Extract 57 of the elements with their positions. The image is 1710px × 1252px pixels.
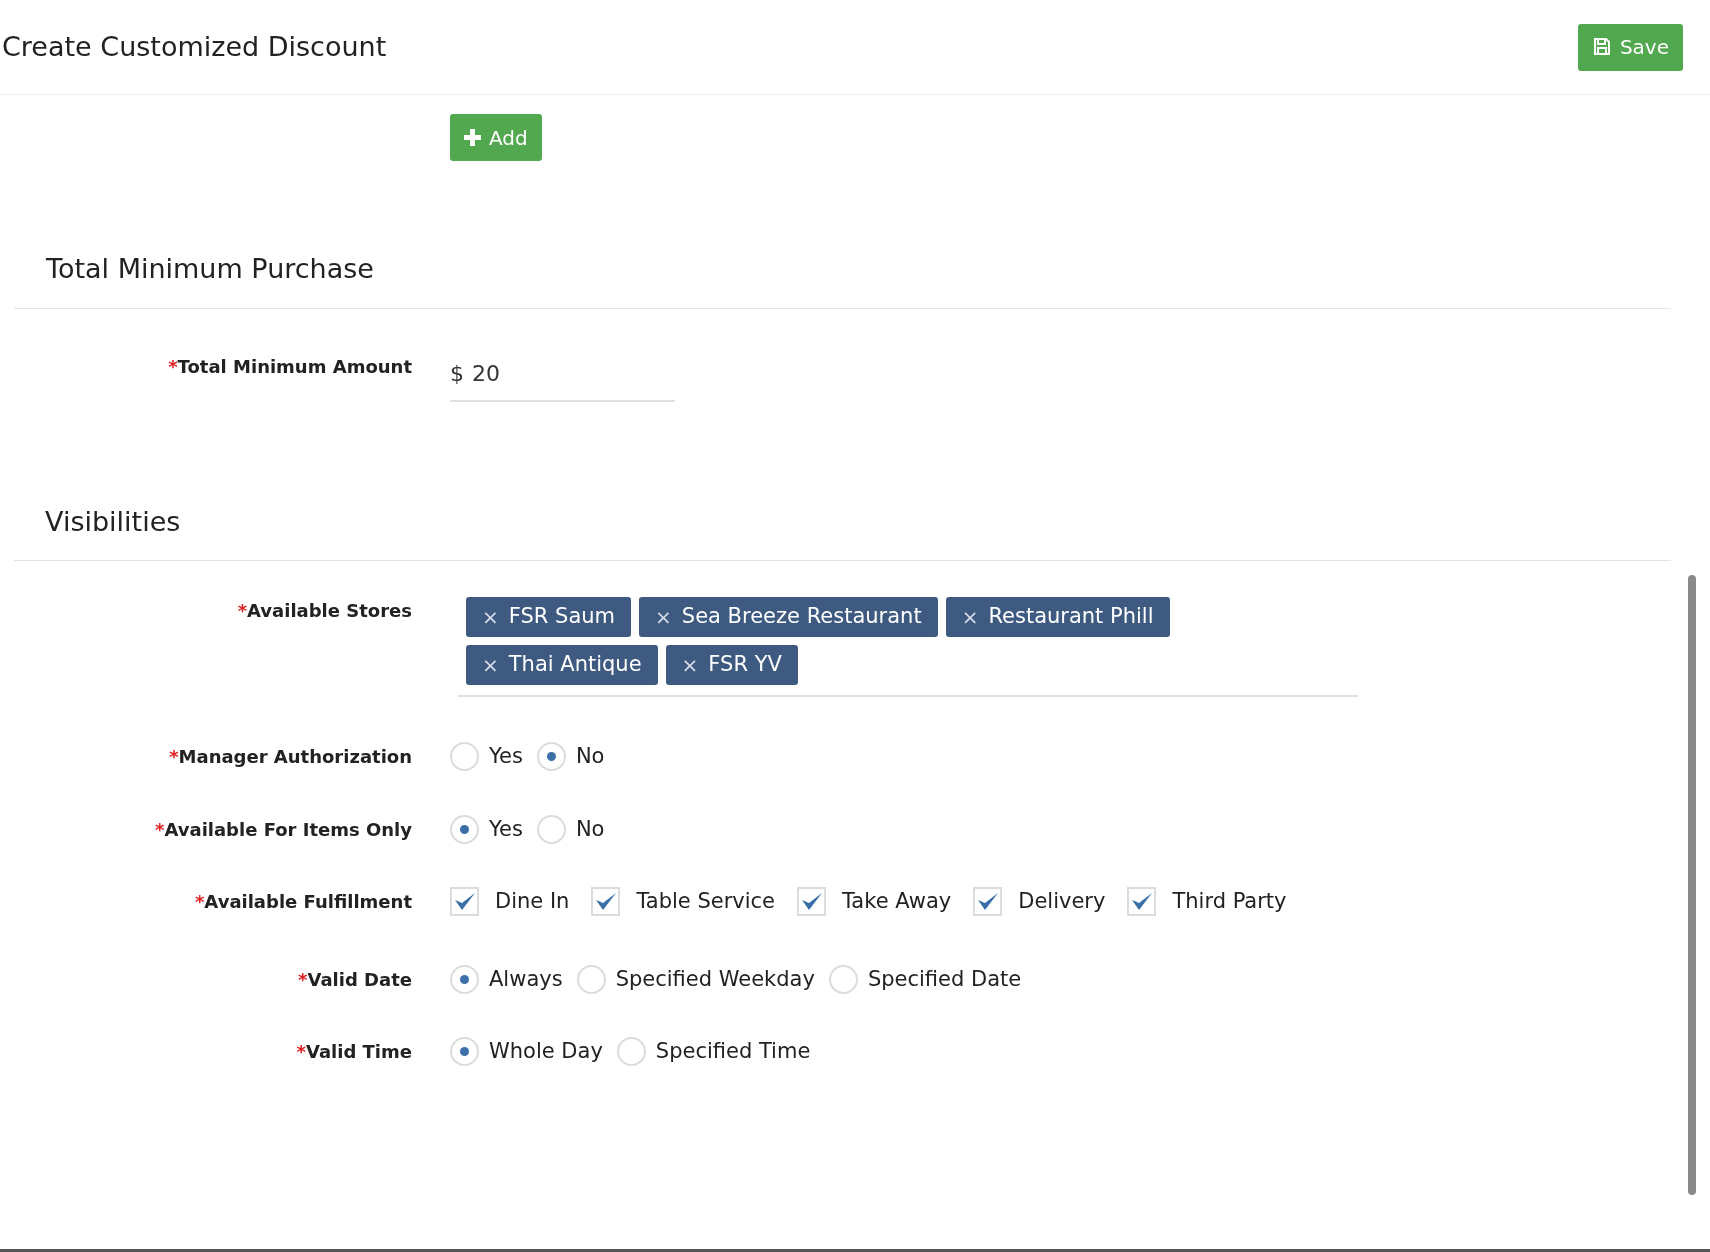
radio-button[interactable]	[536, 742, 566, 772]
radio-button[interactable]	[450, 742, 479, 772]
amount-field[interactable]: $ 20	[450, 352, 675, 402]
check-icon	[1130, 891, 1153, 912]
page-title: Create Customized Discount	[2, 29, 387, 64]
check-icon	[976, 891, 999, 912]
field-label: *Manager Authorization	[169, 745, 412, 770]
option-label[interactable]: Yes	[489, 813, 523, 845]
option-label[interactable]: Take Away	[842, 886, 952, 918]
remove-tag-icon[interactable]: ×	[655, 602, 672, 632]
radio-button[interactable]	[616, 1037, 646, 1067]
field-label: *Available Fulfillment	[194, 890, 412, 915]
tag-label: Sea Breeze Restaurant	[681, 603, 922, 631]
option-label[interactable]: Delivery	[1018, 886, 1106, 918]
field-label: *Valid Date	[298, 967, 412, 992]
option-label[interactable]: Always	[489, 963, 563, 995]
field-label: *Total Minimum Amount	[168, 354, 412, 379]
checkbox[interactable]	[797, 887, 826, 917]
save-icon	[1591, 37, 1612, 57]
section-title: Total Minimum Purchase	[46, 253, 374, 284]
radio-button[interactable]	[450, 964, 479, 994]
checkbox[interactable]	[591, 887, 621, 917]
remove-tag-icon[interactable]: ×	[482, 650, 499, 680]
checkbox[interactable]	[1127, 887, 1157, 917]
checkbox[interactable]	[973, 887, 1003, 917]
check-icon	[594, 891, 617, 912]
option-label[interactable]: Third Party	[1172, 886, 1287, 918]
field-label: *Available Stores	[237, 599, 412, 623]
option-label[interactable]: Yes	[489, 741, 523, 773]
radio-button[interactable]	[536, 814, 566, 844]
tag-label: Thai Antique	[508, 651, 642, 679]
check-icon	[800, 891, 823, 912]
remove-tag-icon[interactable]: ×	[482, 602, 499, 632]
plus-icon	[464, 129, 481, 146]
tag-label: FSR YV	[708, 651, 782, 679]
radio-button[interactable]	[828, 964, 858, 994]
checkbox[interactable]	[450, 887, 479, 917]
check-icon	[453, 891, 476, 912]
field-label: *Available For Items Only	[155, 817, 412, 842]
option-label[interactable]: Specified Date	[867, 963, 1022, 995]
remove-tag-icon[interactable]: ×	[961, 602, 979, 632]
option-label[interactable]: No	[575, 813, 605, 845]
tag-label: Restaurant Phill	[988, 603, 1154, 631]
section-title: Visibilities	[45, 505, 181, 537]
field-label: *Valid Time	[296, 1040, 412, 1065]
scrollbar-thumb[interactable]	[1688, 575, 1696, 1195]
option-label[interactable]: Whole Day	[489, 1036, 603, 1068]
option-label[interactable]: Specified Weekday	[615, 963, 815, 995]
option-label[interactable]: Specified Time	[655, 1036, 811, 1068]
radio-button[interactable]	[450, 814, 479, 844]
tag-label: FSR Saum	[508, 603, 616, 631]
option-label[interactable]: Table Service	[636, 886, 775, 918]
remove-tag-icon[interactable]: ×	[681, 650, 699, 680]
option-label[interactable]: No	[575, 741, 605, 773]
radio-button[interactable]	[450, 1037, 479, 1067]
option-label[interactable]: Dine In	[495, 886, 570, 918]
radio-button[interactable]	[576, 964, 606, 994]
